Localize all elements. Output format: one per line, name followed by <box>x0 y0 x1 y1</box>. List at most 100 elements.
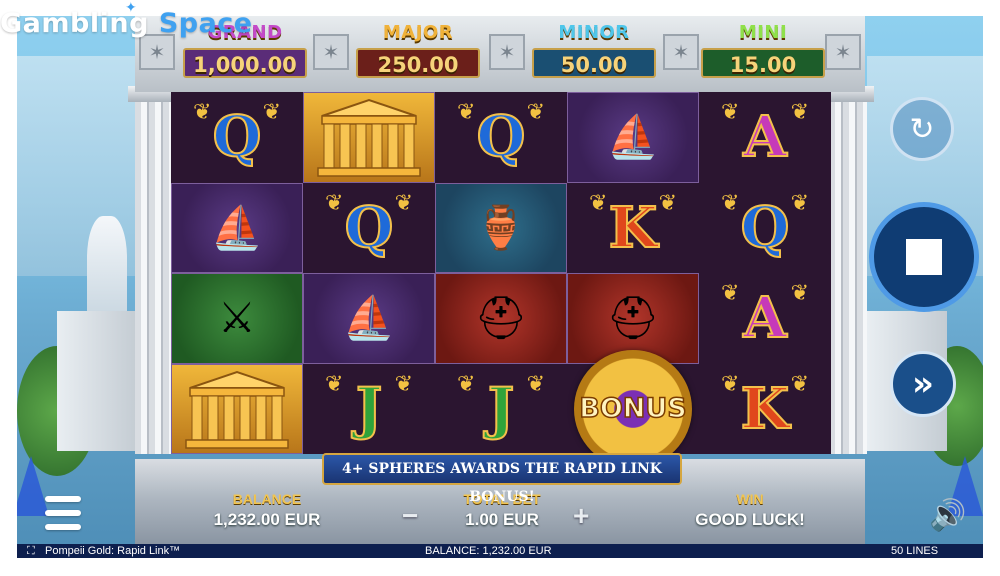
watermark-text-space: Space <box>158 8 253 39</box>
laurel-icon: ❦ <box>262 100 281 125</box>
background-pedestal-left <box>57 311 137 451</box>
symbol-q: Q ❦ ❦ <box>303 183 435 274</box>
ship-icon: ⛵ <box>210 202 264 252</box>
laurel-icon: ❦ <box>325 190 344 216</box>
bonus-info-banner: 4+ SPHERES AWARDS THE RAPID LINK BONUS! <box>322 453 682 505</box>
helmet-icon: ⛑ <box>606 293 660 343</box>
temple-icon <box>317 99 421 177</box>
ship-icon: ⛵ <box>606 112 660 162</box>
ornament-tile <box>139 34 175 70</box>
symbol-amphora: 🏺 <box>435 182 567 273</box>
symbol-letter-a: A <box>742 285 787 352</box>
jackpot-minor-label: MINOR <box>558 22 630 43</box>
game-viewport: GRAND 1,000.00 MAJOR 250.00 MINOR 50.00 … <box>17 16 983 544</box>
jackpot-minor: MINOR 50.00 <box>532 22 656 78</box>
autoplay-button[interactable]: ↻ <box>890 97 954 161</box>
hamburger-menu-icon <box>45 496 81 502</box>
jackpot-major-value: 250.00 <box>356 48 480 78</box>
win-label: WIN <box>736 491 764 507</box>
symbol-k: K ❦ ❦ <box>699 364 831 455</box>
bonus-sphere-icon: BONUS <box>574 349 692 468</box>
laurel-icon: ❦ <box>394 190 413 216</box>
symbol-q: Q ❦ ❦ <box>435 92 567 183</box>
total-bet-value: 1.00 EUR <box>465 510 539 529</box>
turbo-button[interactable]: » <box>890 351 956 417</box>
symbol-q: Q ❦ ❦ <box>171 92 303 183</box>
symbol-letter-k: K <box>608 194 659 261</box>
right-pillar <box>829 92 867 454</box>
ornament-tile <box>663 34 699 70</box>
jackpot-major-label: MAJOR <box>382 22 454 43</box>
laurel-icon: ❦ <box>721 371 740 397</box>
menu-button[interactable] <box>45 496 81 530</box>
balance-label: BALANCE <box>232 491 302 507</box>
symbol-bonus: BONUS <box>567 349 699 468</box>
sparkle-icon: ✦ <box>125 0 137 16</box>
symbol-k: K ❦ ❦ <box>567 183 699 274</box>
symbol-letter-q: Q <box>344 194 395 261</box>
symbol-temple <box>171 363 303 454</box>
symbol-q: Q ❦ ❦ <box>699 183 831 274</box>
symbol-ship: ⛵ <box>567 92 699 183</box>
balance-value: 1,232.00 EUR <box>213 510 321 529</box>
bonus-symbol-text: BONUS <box>579 392 688 425</box>
laurel-icon: ❦ <box>589 190 608 216</box>
jackpot-minor-value: 50.00 <box>532 48 656 78</box>
symbol-ship: ⛵ <box>171 182 303 273</box>
status-bar: ⛶ Pompeii Gold: Rapid Link™ BALANCE: 1,2… <box>17 544 983 558</box>
fast-forward-icon: » <box>912 364 934 404</box>
increase-bet-button[interactable]: + <box>573 500 589 532</box>
symbol-helmet: ⛑ <box>435 273 567 364</box>
symbol-letter-q: Q <box>212 104 263 171</box>
jackpot-major: MAJOR 250.00 <box>356 22 480 78</box>
status-balance: BALANCE: 1,232.00 EUR <box>425 545 552 557</box>
laurel-icon: ❦ <box>325 371 344 397</box>
ornament-tile <box>825 34 861 70</box>
symbol-letter-j: J <box>355 375 383 442</box>
crossed-swords-icon: ⚔ <box>218 293 256 343</box>
fullscreen-icon[interactable]: ⛶ <box>27 544 35 558</box>
ship-icon: ⛵ <box>342 293 396 343</box>
spin-stop-button[interactable] <box>869 202 979 312</box>
laurel-icon: ❦ <box>790 100 809 125</box>
laurel-icon: ❦ <box>721 100 740 125</box>
game-title: Pompeii Gold: Rapid Link™ <box>45 545 181 557</box>
background-statue <box>87 216 127 321</box>
amphora-icon: 🏺 <box>474 202 528 252</box>
symbol-ship: ⛵ <box>303 273 435 364</box>
speaker-icon: 🔊 <box>929 498 967 533</box>
win-value: GOOD LUCK! <box>695 510 805 529</box>
laurel-icon: ❦ <box>790 371 809 397</box>
sound-button[interactable]: 🔊 <box>929 498 966 533</box>
laurel-icon: ❦ <box>193 100 212 125</box>
autoplay-icon: ↻ <box>909 111 935 147</box>
symbol-letter-q: Q <box>740 194 791 261</box>
lines-count: 50 LINES <box>891 545 939 557</box>
laurel-icon: ❦ <box>721 281 740 306</box>
symbol-letter-k: K <box>740 375 791 442</box>
symbol-j: J ❦ ❦ <box>303 364 435 455</box>
ornament-tile <box>489 34 525 70</box>
symbol-j: J ❦ ❦ <box>435 364 567 455</box>
jackpot-mini: MINI 15.00 <box>701 22 825 78</box>
decrease-bet-button[interactable]: − <box>402 500 418 532</box>
symbol-letter-j: J <box>487 375 515 442</box>
temple-icon <box>185 370 289 449</box>
left-pillar <box>135 92 173 454</box>
laurel-icon: ❦ <box>721 190 740 216</box>
symbol-letter-q: Q <box>476 104 527 171</box>
reel-grid: Q ❦ ❦ ⛵ ⚔ Q ❦ ❦ ⛵ J ❦ ❦ Q ❦ ❦ 🏺 ⛑ J ❦ ❦ ⛵ K ❦ ❦ ⛑ BONUS A ❦ ❦ Q ❦ ❦ A ❦ ❦ K… <box>171 92 831 468</box>
laurel-icon: ❦ <box>790 190 809 216</box>
laurel-icon: ❦ <box>790 281 809 306</box>
symbol-temple <box>303 92 435 183</box>
laurel-icon: ❦ <box>457 100 476 125</box>
symbol-crossed-swords: ⚔ <box>171 273 303 364</box>
jackpot-mini-value: 15.00 <box>701 48 825 78</box>
laurel-icon: ❦ <box>526 371 545 397</box>
jackpot-grand-value: 1,000.00 <box>183 48 307 78</box>
laurel-icon: ❦ <box>658 190 677 216</box>
helmet-icon: ⛑ <box>474 293 528 343</box>
symbol-letter-a: A <box>742 104 787 171</box>
ornament-tile <box>313 34 349 70</box>
stop-icon <box>906 239 942 275</box>
